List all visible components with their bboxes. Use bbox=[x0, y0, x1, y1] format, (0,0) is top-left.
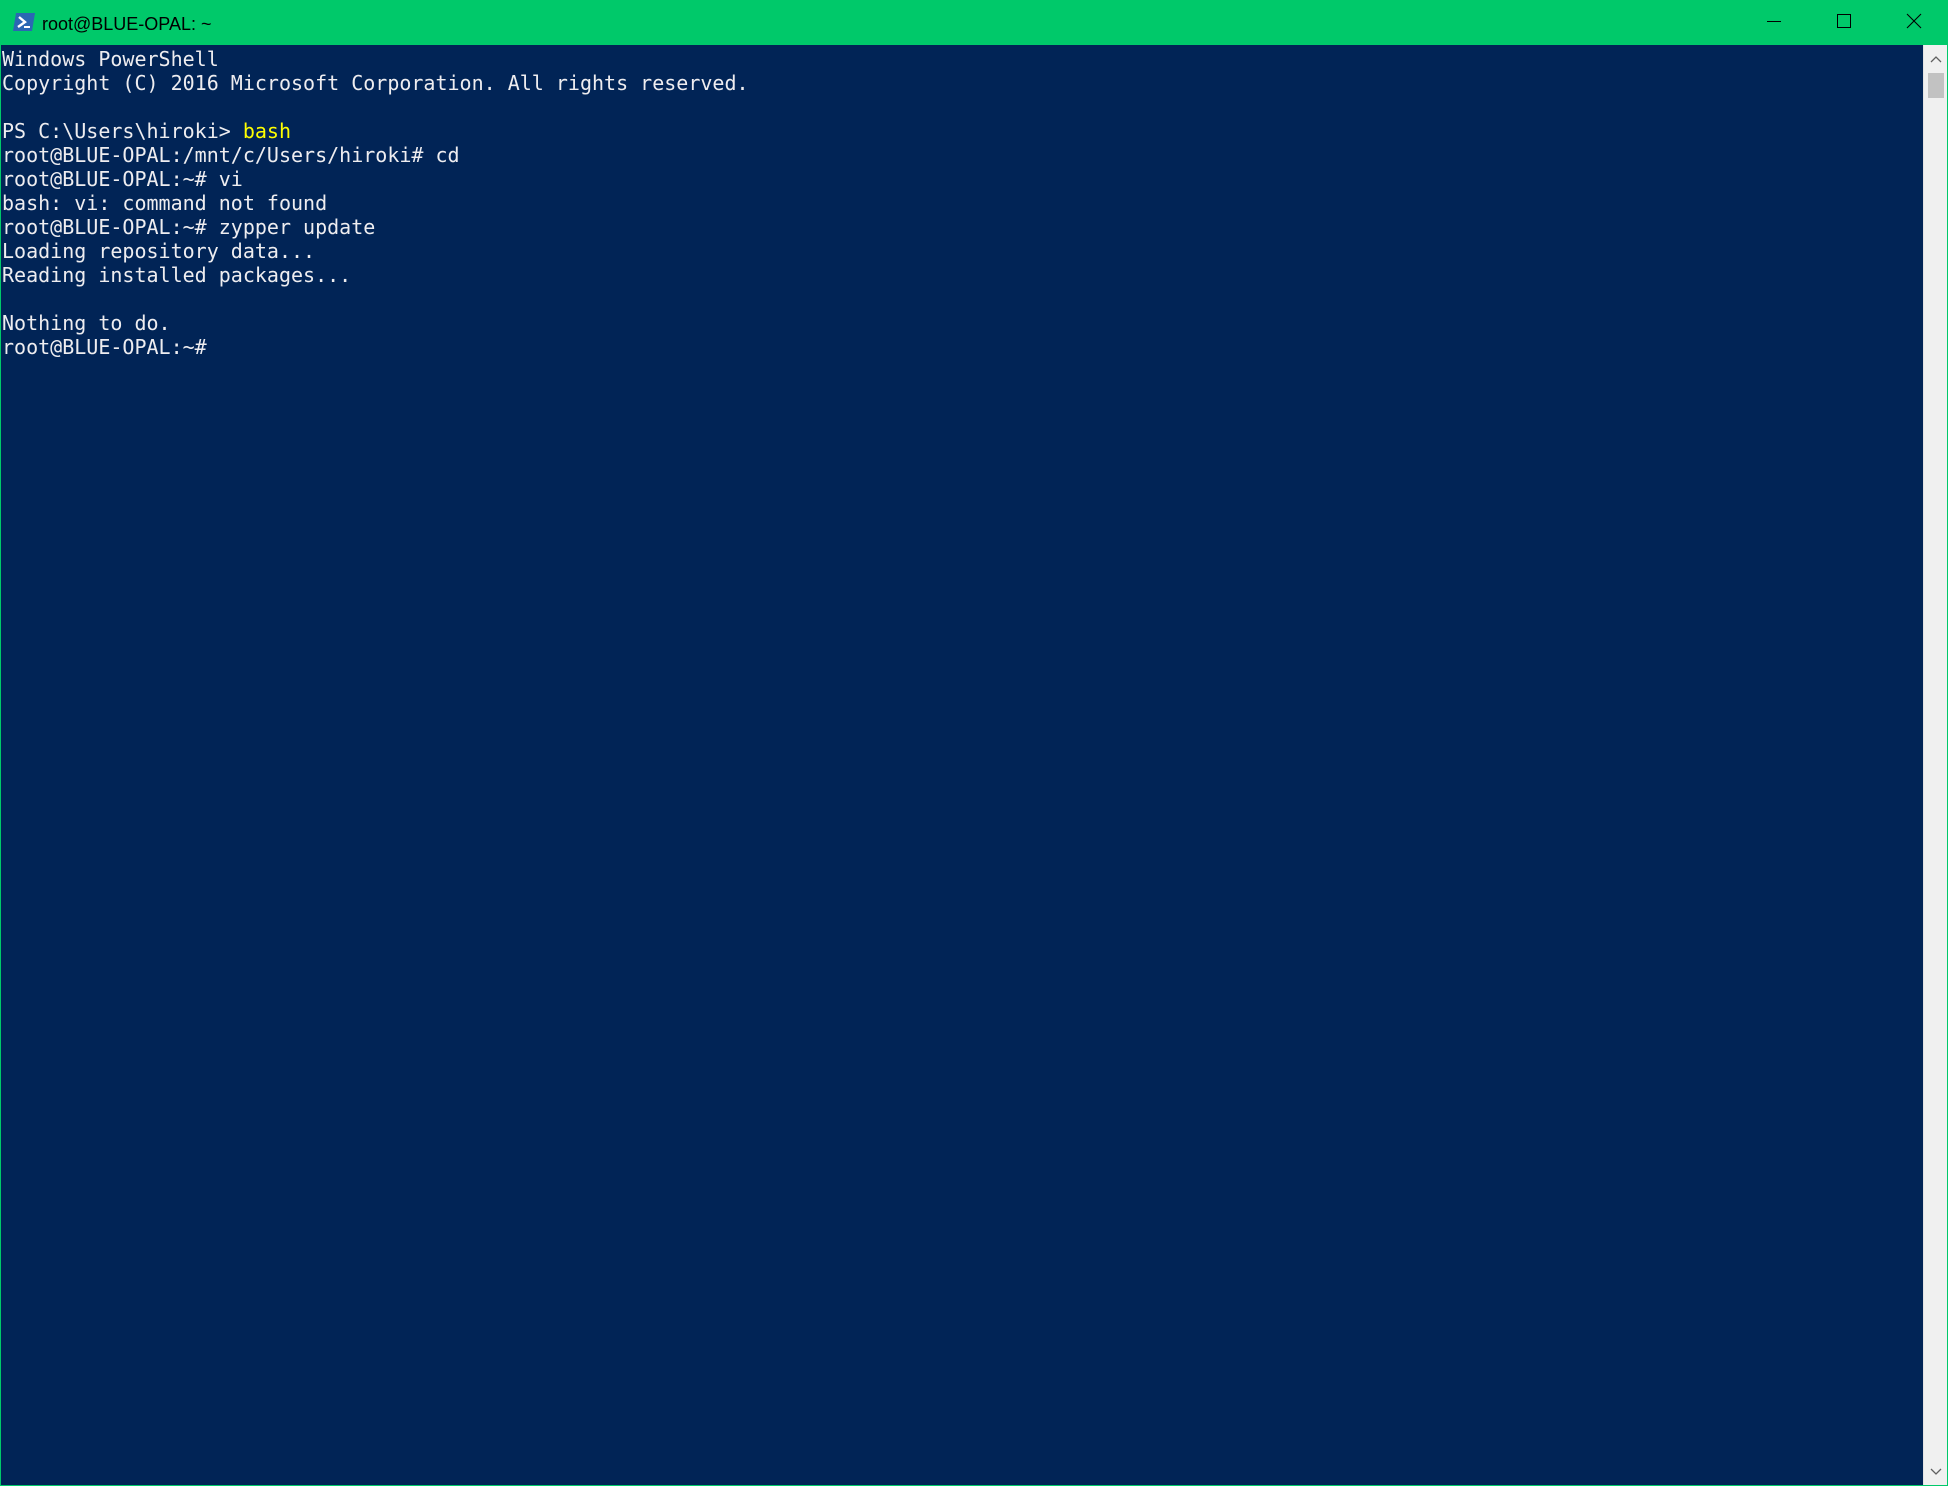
powershell-window: root@BLUE-OPAL: ~ Windows PowerShell Cop… bbox=[0, 0, 1948, 1486]
console-command: bash bbox=[242, 119, 291, 143]
vertical-scrollbar[interactable] bbox=[1923, 45, 1947, 1485]
window-title: root@BLUE-OPAL: ~ bbox=[42, 14, 212, 34]
console-line: root@BLUE-OPAL:~# vi bbox=[2, 167, 243, 191]
console-line: root@BLUE-OPAL:/mnt/c/Users/hiroki# cd bbox=[2, 143, 460, 167]
console-line: Copyright (C) 2016 Microsoft Corporation… bbox=[2, 71, 749, 95]
console-line: Nothing to do. bbox=[2, 311, 171, 335]
title-bar[interactable]: root@BLUE-OPAL: ~ bbox=[1, 1, 1947, 45]
chevron-up-icon bbox=[1930, 50, 1942, 68]
minimize-button[interactable] bbox=[1739, 1, 1809, 45]
console-prompt-line[interactable]: root@BLUE-OPAL:~# bbox=[1, 335, 1921, 359]
console-line: Loading repository data... bbox=[2, 239, 316, 263]
maximize-button[interactable] bbox=[1809, 1, 1879, 45]
console-output[interactable]: Windows PowerShell Copyright (C) 2016 Mi… bbox=[1, 45, 1921, 1485]
chevron-down-icon bbox=[1930, 1463, 1942, 1481]
minimize-icon bbox=[1766, 13, 1782, 34]
console-line: root@BLUE-OPAL:~# zypper update bbox=[2, 215, 376, 239]
powershell-icon[interactable] bbox=[13, 12, 35, 32]
console-line: Reading installed packages... bbox=[2, 263, 352, 287]
console-line: bash: vi: command not found bbox=[2, 191, 328, 215]
close-button[interactable] bbox=[1879, 1, 1947, 45]
console-line: Windows PowerShell bbox=[2, 47, 219, 71]
close-icon bbox=[1906, 13, 1922, 34]
scroll-thumb[interactable] bbox=[1928, 73, 1944, 98]
console-line: PS C:\Users\hiroki> bash bbox=[1, 119, 1921, 143]
scroll-down-button[interactable] bbox=[1924, 1460, 1947, 1484]
maximize-icon bbox=[1836, 13, 1852, 34]
scroll-up-button[interactable] bbox=[1924, 47, 1947, 71]
console-prompt: PS C:\Users\hiroki> bbox=[2, 119, 243, 143]
